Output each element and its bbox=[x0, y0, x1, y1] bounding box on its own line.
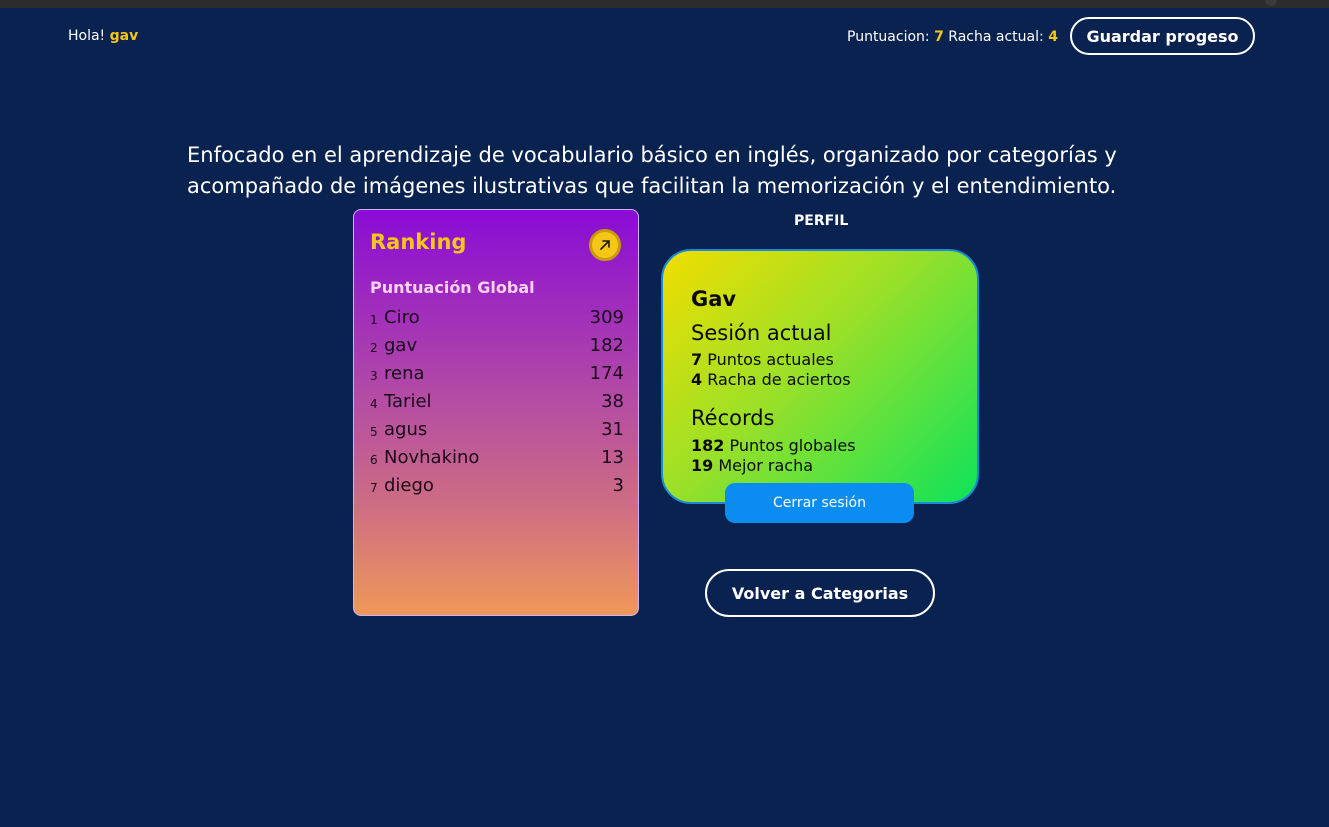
streak-label: Racha actual: bbox=[948, 29, 1044, 45]
rank-name: rena bbox=[384, 363, 425, 384]
rank-position: 3 bbox=[370, 369, 378, 383]
streak-value: 4 bbox=[1048, 29, 1058, 45]
ranking-open-button[interactable] bbox=[589, 229, 621, 261]
current-points: 7 Puntos actuales bbox=[691, 350, 834, 369]
username: gav bbox=[109, 28, 139, 44]
rank-name: gav bbox=[384, 335, 418, 356]
rank-name: Tariel bbox=[384, 391, 432, 412]
profile-card: Gav Sesión actual 7 Puntos actuales 4 Ra… bbox=[661, 249, 979, 504]
ranking-row: 1 Ciro 309 bbox=[370, 305, 624, 333]
ranking-list: 1 Ciro 309 2 gav 182 3 rena 174 4 Tariel… bbox=[370, 305, 624, 501]
ranking-title: Ranking bbox=[370, 230, 467, 254]
ranking-row: 2 gav 182 bbox=[370, 333, 624, 361]
logout-button[interactable]: Cerrar sesión bbox=[725, 483, 914, 523]
rank-score: 38 bbox=[601, 391, 624, 412]
current-session-title: Sesión actual bbox=[691, 321, 832, 345]
score-label: Puntuacion: bbox=[847, 29, 930, 45]
best-streak-value: 19 bbox=[691, 456, 714, 475]
arrow-up-right-icon bbox=[600, 240, 610, 250]
global-points-label: Puntos globales bbox=[729, 436, 856, 455]
intro-text: Enfocado en el aprendizaje de vocabulari… bbox=[187, 143, 1117, 198]
profile-label: PERFIL bbox=[794, 213, 849, 229]
current-points-label: Puntos actuales bbox=[707, 350, 834, 369]
global-points: 182 Puntos globales bbox=[691, 436, 856, 455]
save-progress-button[interactable]: Guardar progeso bbox=[1070, 17, 1255, 55]
rank-name: agus bbox=[384, 419, 428, 440]
ranking-row: 5 agus 31 bbox=[370, 417, 624, 445]
profile-name: Gav bbox=[691, 287, 737, 311]
rank-position: 4 bbox=[370, 397, 378, 411]
ranking-row: 4 Tariel 38 bbox=[370, 389, 624, 417]
rank-position: 5 bbox=[370, 425, 378, 439]
rank-score: 309 bbox=[589, 307, 624, 328]
rank-score: 182 bbox=[589, 335, 624, 356]
rank-position: 2 bbox=[370, 341, 378, 355]
best-streak-label: Mejor racha bbox=[718, 456, 814, 475]
header-stats: Puntuacion: 7 Racha actual: 4 bbox=[847, 29, 1058, 45]
rank-score: 13 bbox=[601, 447, 624, 468]
ranking-subtitle: Puntuación Global bbox=[370, 278, 535, 297]
greeting: Hola! gav bbox=[68, 28, 138, 44]
rank-position: 6 bbox=[370, 453, 378, 467]
rank-position: 1 bbox=[370, 313, 378, 327]
rank-position: 7 bbox=[370, 481, 378, 495]
current-streak-value: 4 bbox=[691, 370, 703, 389]
current-streak: 4 Racha de aciertos bbox=[691, 370, 851, 389]
rank-score: 31 bbox=[601, 419, 624, 440]
greeting-label: Hola! bbox=[68, 28, 106, 44]
current-points-value: 7 bbox=[691, 350, 703, 369]
ranking-row: 7 diego 3 bbox=[370, 473, 624, 501]
window-control bbox=[1265, 0, 1277, 6]
best-streak: 19 Mejor racha bbox=[691, 456, 813, 475]
global-points-value: 182 bbox=[691, 436, 725, 455]
back-to-categories-button[interactable]: Volver a Categorias bbox=[705, 569, 935, 617]
rank-name: diego bbox=[384, 475, 434, 496]
current-streak-label: Racha de aciertos bbox=[707, 370, 851, 389]
rank-score: 3 bbox=[612, 475, 624, 496]
rank-name: Ciro bbox=[384, 307, 420, 328]
ranking-row: 3 rena 174 bbox=[370, 361, 624, 389]
window-top-strip bbox=[0, 0, 1329, 8]
ranking-card: Ranking Puntuación Global 1 Ciro 309 2 g… bbox=[353, 209, 639, 616]
records-title: Récords bbox=[691, 406, 775, 430]
ranking-row: 6 Novhakino 13 bbox=[370, 445, 624, 473]
score-value: 7 bbox=[934, 29, 944, 45]
rank-name: Novhakino bbox=[384, 447, 480, 468]
rank-score: 174 bbox=[589, 363, 624, 384]
